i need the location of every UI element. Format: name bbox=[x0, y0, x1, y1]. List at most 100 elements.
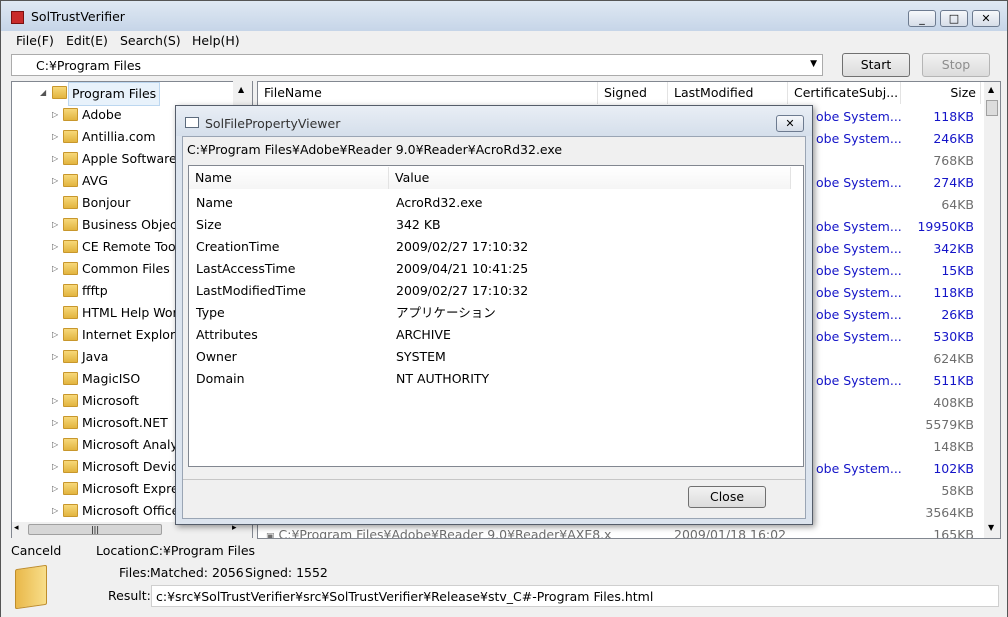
scroll-up-arrow-icon[interactable]: ▲ bbox=[238, 85, 244, 94]
property-name[interactable]: Owner bbox=[196, 346, 237, 368]
expand-arrow-icon[interactable]: ▷ bbox=[52, 346, 62, 368]
list-row-size: 342KB bbox=[933, 241, 974, 256]
expand-arrow-icon[interactable]: ▷ bbox=[52, 412, 62, 434]
stop-button[interactable]: Stop bbox=[922, 53, 990, 77]
menu-file[interactable]: File(F) bbox=[16, 33, 54, 48]
dialog-title: SolFilePropertyViewer bbox=[205, 116, 341, 131]
path-combobox[interactable]: C:¥Program Files ▼ bbox=[11, 54, 823, 76]
close-button[interactable]: Close bbox=[688, 486, 766, 508]
menu-bar: File(F) Edit(E) Search(S) Help(H) bbox=[1, 31, 1007, 51]
window-title: SolTrustVerifier bbox=[31, 9, 125, 24]
property-value[interactable]: 2009/02/27 17:10:32 bbox=[396, 236, 528, 258]
list-row-size: 26KB bbox=[941, 307, 974, 322]
expand-arrow-icon[interactable]: ▷ bbox=[52, 500, 62, 522]
large-folder-icon bbox=[15, 563, 49, 610]
scroll-left-arrow-icon[interactable]: ◂ bbox=[14, 523, 19, 533]
minimize-button[interactable]: _ bbox=[908, 10, 936, 27]
expand-arrow-icon[interactable]: ▷ bbox=[52, 148, 62, 170]
last-row-filename: C:¥Program Files¥Adobe¥Reader 9.0¥Reader… bbox=[278, 527, 613, 539]
tree-item-label: CE Remote Tool bbox=[82, 239, 180, 254]
column-filename[interactable]: FileName bbox=[258, 82, 598, 104]
location-value: C:¥Program Files bbox=[150, 543, 256, 558]
expand-arrow-icon[interactable]: ▷ bbox=[52, 104, 62, 126]
tree-item-label: HTML Help Worl bbox=[82, 305, 182, 320]
tree-item-label: Microsoft Expres bbox=[82, 481, 186, 496]
folder-icon bbox=[63, 372, 78, 385]
menu-help[interactable]: Help(H) bbox=[192, 33, 240, 48]
last-row-size: 165KB bbox=[933, 527, 974, 539]
dialog-close-icon[interactable]: ✕ bbox=[776, 115, 804, 132]
property-value[interactable]: 342 KB bbox=[396, 214, 441, 236]
property-name[interactable]: Name bbox=[196, 192, 233, 214]
folder-icon bbox=[52, 86, 67, 99]
column-size[interactable]: Size bbox=[901, 82, 981, 104]
property-name[interactable]: Type bbox=[196, 302, 225, 324]
list-row-size: 408KB bbox=[933, 395, 974, 410]
folder-icon bbox=[63, 306, 78, 319]
main-window: SolTrustVerifier _ □ ✕ File(F) Edit(E) S… bbox=[0, 0, 1008, 617]
column-certificatesubject[interactable]: CertificateSubj... bbox=[788, 82, 901, 104]
expand-arrow-icon[interactable]: ▷ bbox=[52, 324, 62, 346]
property-name[interactable]: LastModifiedTime bbox=[196, 280, 306, 302]
expand-arrow-icon[interactable]: ▷ bbox=[52, 478, 62, 500]
list-vertical-scrollbar[interactable]: ▲ ▼ bbox=[984, 82, 1000, 538]
scroll-up-arrow-icon[interactable]: ▲ bbox=[988, 85, 994, 94]
list-row-certificate-subject: obe System... bbox=[816, 131, 902, 146]
property-value[interactable]: 2009/02/27 17:10:32 bbox=[396, 280, 528, 302]
dialog-title-bar[interactable]: SolFilePropertyViewer ✕ bbox=[176, 106, 812, 136]
expand-arrow-icon[interactable]: ▷ bbox=[52, 390, 62, 412]
list-row-size: 3564KB bbox=[925, 505, 974, 520]
window-close-button[interactable]: ✕ bbox=[972, 10, 1000, 27]
menu-search[interactable]: Search(S) bbox=[120, 33, 181, 48]
column-value[interactable]: Value bbox=[389, 167, 791, 189]
property-name[interactable]: CreationTime bbox=[196, 236, 279, 258]
expand-arrow-icon[interactable]: ▷ bbox=[52, 214, 62, 236]
property-name[interactable]: Attributes bbox=[196, 324, 258, 346]
tree-root[interactable]: ◢ Program Files bbox=[12, 82, 242, 106]
property-value[interactable]: NT AUTHORITY bbox=[396, 368, 489, 390]
last-row-signed: x bbox=[604, 527, 612, 539]
expand-arrow-icon[interactable]: ▷ bbox=[52, 126, 62, 148]
column-signed[interactable]: Signed bbox=[598, 82, 668, 104]
menu-edit[interactable]: Edit(E) bbox=[66, 33, 108, 48]
chevron-down-icon[interactable]: ▼ bbox=[810, 59, 817, 69]
file-icon: ▣ bbox=[266, 532, 275, 539]
property-value[interactable]: AcroRd32.exe bbox=[396, 192, 482, 214]
collapse-arrow-icon[interactable]: ◢ bbox=[40, 82, 50, 104]
title-bar[interactable]: SolTrustVerifier _ □ ✕ bbox=[1, 1, 1007, 31]
folder-icon bbox=[63, 174, 78, 187]
tree-item-label: Adobe bbox=[82, 107, 122, 122]
tree-item-label: Internet Explore bbox=[82, 327, 183, 342]
scroll-thumb[interactable]: ||| bbox=[28, 524, 162, 535]
property-name[interactable]: LastAccessTime bbox=[196, 258, 295, 280]
expand-arrow-icon[interactable]: ▷ bbox=[52, 170, 62, 192]
start-button[interactable]: Start bbox=[842, 53, 910, 77]
property-value[interactable]: SYSTEM bbox=[396, 346, 446, 368]
list-row-last-filename[interactable]: ▣ C:¥Program Files¥Adobe¥Reader 9.0¥Read… bbox=[266, 527, 613, 539]
list-row-size: 511KB bbox=[933, 373, 974, 388]
expand-arrow-icon[interactable]: ▷ bbox=[52, 456, 62, 478]
result-field[interactable]: c:¥src¥SolTrustVerifier¥src¥SolTrustVeri… bbox=[151, 585, 999, 607]
expand-arrow-icon[interactable]: ▷ bbox=[52, 236, 62, 258]
maximize-button[interactable]: □ bbox=[940, 10, 968, 27]
scroll-down-arrow-icon[interactable]: ▼ bbox=[988, 523, 994, 532]
expand-arrow-icon[interactable]: ▷ bbox=[52, 434, 62, 456]
tree-item-label: Java bbox=[82, 349, 109, 364]
column-lastmodified[interactable]: LastModified bbox=[668, 82, 788, 104]
folder-icon bbox=[63, 240, 78, 253]
result-value: c:¥src¥SolTrustVerifier¥src¥SolTrustVeri… bbox=[156, 589, 654, 604]
list-row-size: 15KB bbox=[941, 263, 974, 278]
property-list[interactable]: Name Value Name AcroRd32.exe Size 342 KB Cre… bbox=[188, 165, 804, 467]
scroll-thumb[interactable] bbox=[986, 100, 998, 116]
property-value[interactable]: アプリケーション bbox=[396, 302, 496, 324]
property-value[interactable]: 2009/04/21 10:41:25 bbox=[396, 258, 528, 280]
folder-icon bbox=[63, 328, 78, 341]
property-value[interactable]: ARCHIVE bbox=[396, 324, 451, 346]
folder-icon bbox=[63, 438, 78, 451]
list-row-size: 64KB bbox=[941, 197, 974, 212]
list-row-certificate-subject: obe System... bbox=[816, 263, 902, 278]
expand-arrow-icon[interactable]: ▷ bbox=[52, 258, 62, 280]
property-name[interactable]: Size bbox=[196, 214, 222, 236]
column-name[interactable]: Name bbox=[189, 167, 389, 189]
property-name[interactable]: Domain bbox=[196, 368, 245, 390]
